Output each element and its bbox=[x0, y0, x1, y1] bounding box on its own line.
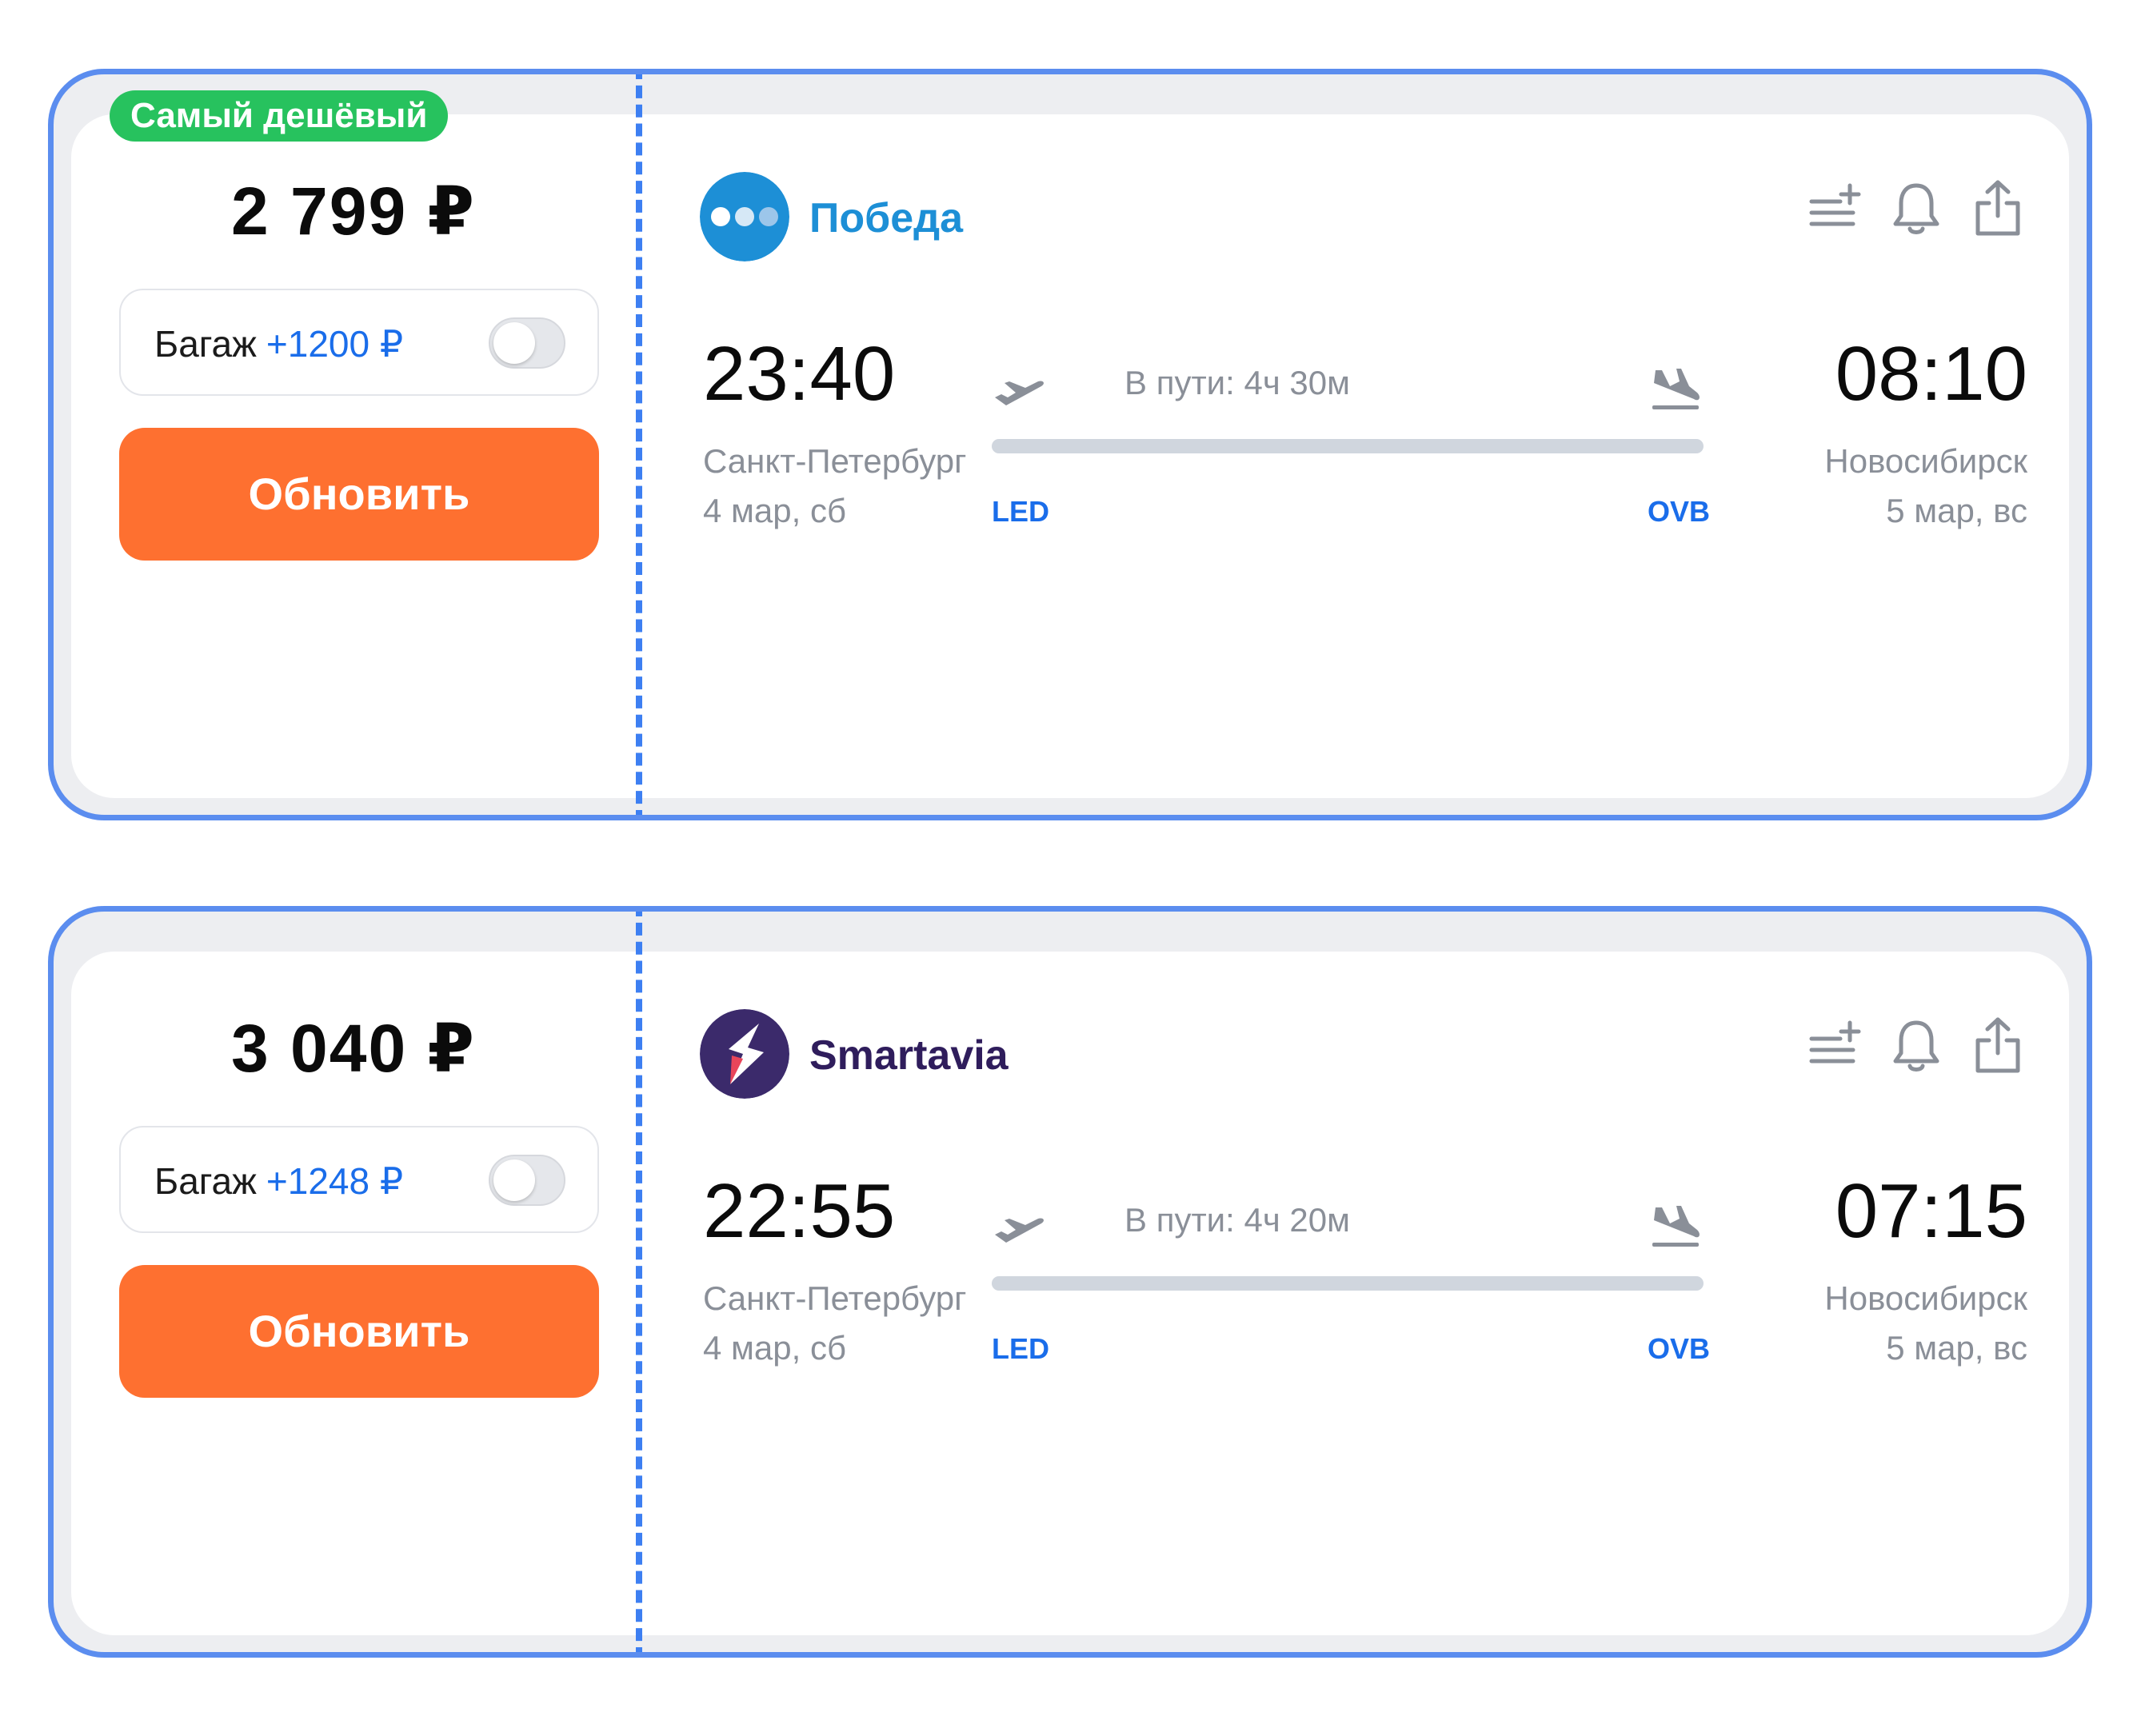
baggage-label-wrap: Багаж +1248 ₽ bbox=[154, 1159, 403, 1203]
arrival-time: 07:15 bbox=[1835, 1168, 2027, 1254]
add-to-list-icon[interactable] bbox=[1805, 1014, 1864, 1078]
arrival-airport-code: OVB bbox=[1648, 495, 1711, 528]
route-track bbox=[992, 439, 1704, 453]
ticket-card[interactable]: 3 040 ₽ Багаж+1248 ₽ Обновить Smartavia bbox=[48, 906, 2092, 1658]
ticket-price: 2 799 ₽ bbox=[231, 174, 476, 249]
smartavia-logo-icon bbox=[700, 1009, 789, 1099]
ticket-price: 3 040 ₽ bbox=[231, 1011, 476, 1086]
departure-date: 4 мар, сб bbox=[703, 492, 847, 529]
departure-city: Санкт-Петербург bbox=[703, 1279, 967, 1317]
landing-icon bbox=[1652, 1206, 1700, 1247]
departure-time: 22:55 bbox=[703, 1168, 896, 1254]
arrival-city: Новосибирск bbox=[1824, 442, 2027, 480]
arrival-date: 5 мар, вс bbox=[1886, 1329, 2027, 1367]
baggage-label-wrap: Багаж +1200 ₽ bbox=[154, 322, 403, 365]
baggage-toggle[interactable] bbox=[489, 1155, 565, 1206]
card-actions bbox=[1805, 177, 2027, 241]
airline-name: Победа bbox=[809, 195, 964, 241]
arrival-time: 08:10 bbox=[1835, 331, 2027, 417]
cheapest-badge: Самый дешёвый bbox=[110, 90, 449, 142]
add-to-list-icon[interactable] bbox=[1805, 177, 1864, 241]
arrival-airport-code: OVB bbox=[1648, 1332, 1711, 1365]
share-icon[interactable] bbox=[1968, 1014, 2027, 1078]
baggage-option[interactable]: Багаж +1248 ₽ bbox=[119, 1126, 599, 1233]
landing-icon bbox=[1652, 369, 1700, 409]
flight-duration: В пути: 4ч 30м bbox=[1124, 364, 1350, 401]
ticket-card[interactable]: Самый дешёвый 2 799 ₽ Багаж +1200 ₽ Обнов… bbox=[48, 69, 2092, 820]
baggage-label: Багаж bbox=[154, 1160, 257, 1202]
baggage-toggle[interactable] bbox=[489, 317, 565, 369]
card-actions bbox=[1805, 1014, 2027, 1078]
bell-icon[interactable] bbox=[1887, 1014, 1946, 1078]
departure-time: 23:40 bbox=[703, 331, 896, 417]
arrival-city: Новосибирск bbox=[1824, 1279, 2027, 1317]
baggage-label: Багаж bbox=[154, 323, 257, 365]
baggage-price: +1200 ₽ bbox=[266, 323, 404, 365]
flight-duration: В пути: 4ч 20м bbox=[1124, 1201, 1350, 1239]
bell-icon[interactable] bbox=[1887, 177, 1946, 241]
departure-airport-code: LED bbox=[992, 1332, 1049, 1365]
update-button[interactable]: Обновить bbox=[119, 428, 599, 561]
update-button[interactable]: Обновить bbox=[119, 1265, 599, 1398]
share-icon[interactable] bbox=[1968, 177, 2027, 241]
airline-name: Smartavia bbox=[809, 1032, 1009, 1079]
pobeda-logo-icon bbox=[700, 172, 789, 261]
departure-airport-code: LED bbox=[992, 495, 1049, 528]
route-track bbox=[992, 1276, 1704, 1291]
baggage-price: +1248 ₽ bbox=[266, 1160, 404, 1202]
departure-date: 4 мар, сб bbox=[703, 1329, 847, 1367]
baggage-option[interactable]: Багаж +1200 ₽ bbox=[119, 289, 599, 396]
arrival-date: 5 мар, вс bbox=[1886, 492, 2027, 529]
departure-city: Санкт-Петербург bbox=[703, 442, 967, 480]
